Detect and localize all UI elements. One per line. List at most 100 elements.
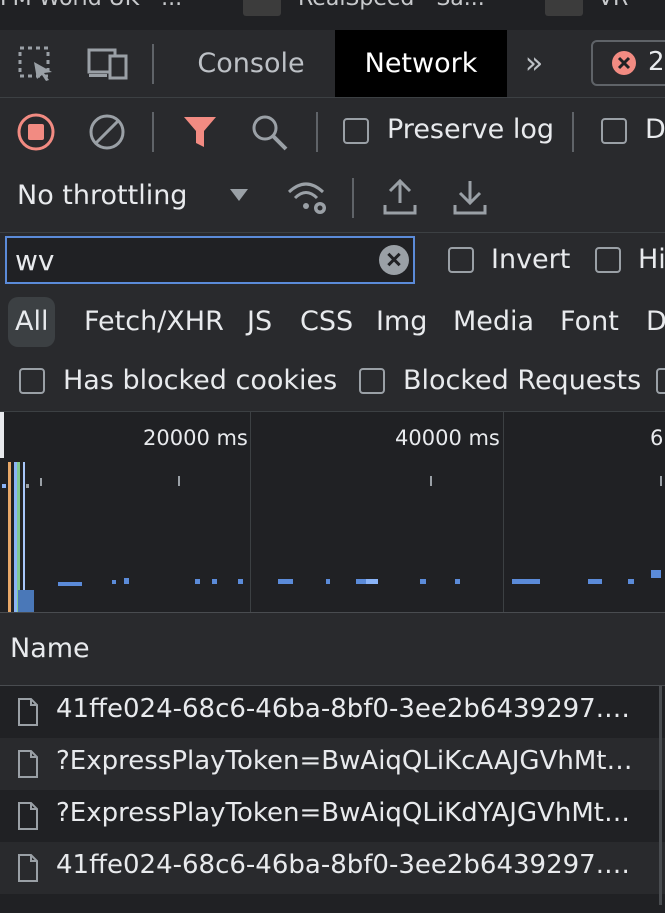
- tick-label: 6: [650, 426, 664, 450]
- throttling-select[interactable]: No throttling: [17, 180, 187, 211]
- browser-tab-1[interactable]: FM World UK - ...: [0, 0, 182, 11]
- type-filter-all[interactable]: All: [8, 297, 56, 347]
- table-header[interactable]: Name: [0, 613, 665, 686]
- request-bar-mark: [212, 579, 217, 584]
- document-icon: [18, 698, 38, 726]
- request-bar-mark: [2, 484, 6, 488]
- preserve-log-checkbox[interactable]: [343, 118, 369, 144]
- request-bar-mark: [178, 476, 180, 486]
- request-bar-mark: [588, 579, 602, 584]
- request-bar-mark: [366, 579, 378, 584]
- clear-icon[interactable]: [87, 112, 127, 152]
- filter-icon[interactable]: [182, 115, 218, 149]
- grid-line: [503, 412, 504, 612]
- request-row[interactable]: 41ffe024-68c6-46ba-8bf0-3ee2b6439297.png: [0, 686, 665, 738]
- divider: [352, 178, 354, 218]
- error-counter-button[interactable]: 2: [591, 40, 665, 86]
- type-filter-css[interactable]: CSS: [300, 297, 353, 347]
- type-filter-font[interactable]: Font: [560, 297, 619, 347]
- grid-line: [250, 412, 251, 612]
- filter-input[interactable]: [15, 242, 375, 278]
- type-filter-js[interactable]: JS: [247, 297, 272, 347]
- device-toolbar-icon[interactable]: [86, 46, 130, 80]
- throttling-toolbar: No throttling: [0, 166, 665, 233]
- request-bar-mark: [112, 580, 116, 584]
- type-filter-img[interactable]: Img: [376, 297, 427, 347]
- invert-label: Invert: [491, 244, 571, 275]
- chevron-down-icon[interactable]: [229, 188, 249, 202]
- blocked-requests-checkbox[interactable]: [359, 368, 385, 394]
- request-bar-mark: [124, 578, 129, 584]
- tab-network[interactable]: Network: [335, 30, 507, 97]
- request-bar-mark: [455, 579, 460, 584]
- browser-tab-3[interactable]: VR: [598, 0, 628, 11]
- document-icon: [18, 802, 38, 830]
- import-har-icon[interactable]: [382, 177, 418, 217]
- invert-checkbox[interactable]: [448, 247, 474, 273]
- hide-data-urls-checkbox[interactable]: [595, 247, 621, 273]
- request-bar-mark: [58, 582, 82, 586]
- document-icon: [18, 750, 38, 778]
- tab-console[interactable]: Console: [176, 30, 326, 97]
- disable-cache-checkbox[interactable]: [601, 118, 627, 144]
- request-bar-mark: [660, 476, 662, 486]
- scrollbar[interactable]: [659, 685, 662, 905]
- error-icon: [612, 51, 636, 75]
- request-bar-mark: [326, 579, 330, 584]
- type-filter-doc[interactable]: D: [646, 297, 665, 347]
- network-overview-timeline[interactable]: 20000 ms 40000 ms 6: [0, 412, 665, 613]
- disable-cache-label: D: [645, 114, 665, 145]
- clear-filter-icon[interactable]: [379, 245, 409, 275]
- search-icon[interactable]: [250, 113, 290, 153]
- has-blocked-cookies-checkbox[interactable]: [19, 368, 45, 394]
- request-row[interactable]: 41ffe024-68c6-46ba-8bf0-3ee2b6439297.png: [0, 842, 665, 894]
- type-filter-fetch-xhr[interactable]: Fetch/XHR: [84, 297, 224, 347]
- record-stop-icon[interactable]: [16, 112, 56, 152]
- document-icon: [18, 854, 38, 882]
- request-bar-mark: [40, 478, 42, 486]
- request-bar-mark: [651, 570, 661, 578]
- hide-data-urls-label: Hi: [638, 244, 665, 275]
- request-row[interactable]: ?ExpressPlayToken=BwAiqQLiKdYAJGVhMtoken: [0, 790, 665, 842]
- request-bar-mark: [512, 579, 540, 584]
- more-tabs-button[interactable]: »: [514, 30, 554, 97]
- request-bar-mark: [278, 579, 293, 584]
- inspect-element-icon[interactable]: [18, 46, 56, 82]
- favicon: [243, 0, 281, 16]
- overview-selection-handle[interactable]: [0, 412, 4, 458]
- preserve-log-label: Preserve log: [387, 114, 555, 145]
- tick-label: 20000 ms: [143, 426, 248, 450]
- request-bar-mark: [420, 579, 426, 584]
- network-conditions-icon[interactable]: [286, 178, 330, 216]
- divider: [572, 112, 574, 152]
- export-har-icon[interactable]: [452, 177, 488, 217]
- blocked-filters: Has blocked cookies Blocked Requests: [0, 355, 665, 412]
- request-name: ?ExpressPlayToken=BwAiqQLiKdYAJGVhMtoken: [56, 798, 636, 828]
- request-bar-mark: [8, 462, 11, 612]
- request-bar-mark: [26, 484, 29, 488]
- divider: [316, 112, 318, 152]
- error-count: 2: [648, 47, 665, 77]
- request-name: 41ffe024-68c6-46ba-8bf0-3ee2b6439297.png: [56, 694, 636, 724]
- tick-label: 40000 ms: [395, 426, 500, 450]
- favicon: [545, 0, 583, 16]
- divider: [152, 112, 154, 152]
- divider: [152, 44, 154, 84]
- third-party-checkbox[interactable]: [656, 368, 665, 394]
- type-filter-media[interactable]: Media: [453, 297, 534, 347]
- request-bar-mark: [238, 579, 243, 584]
- request-name: ?ExpressPlayToken=BwAiqQLiKcAAJGVhMtoken: [56, 746, 636, 776]
- request-bar-mark: [628, 579, 634, 584]
- column-header-name[interactable]: Name: [10, 633, 90, 664]
- browser-tab-strip: FM World UK - ... RealSpeed - Sa... VR: [0, 0, 665, 30]
- blocked-requests-label: Blocked Requests: [403, 365, 642, 396]
- request-bar-mark: [18, 590, 34, 612]
- request-name: 41ffe024-68c6-46ba-8bf0-3ee2b6439297.png: [56, 850, 636, 880]
- filter-input-box: [5, 236, 415, 284]
- request-bar-mark: [430, 476, 432, 486]
- resource-type-filters: All Fetch/XHR JS CSS Img Media Font D: [0, 289, 665, 355]
- network-toolbar: Preserve log D: [0, 98, 665, 166]
- browser-tab-2[interactable]: RealSpeed - Sa...: [298, 0, 485, 11]
- devtools-panel-tabs: Console Network » 2: [0, 30, 665, 98]
- request-row[interactable]: ?ExpressPlayToken=BwAiqQLiKcAAJGVhMtoken: [0, 738, 665, 790]
